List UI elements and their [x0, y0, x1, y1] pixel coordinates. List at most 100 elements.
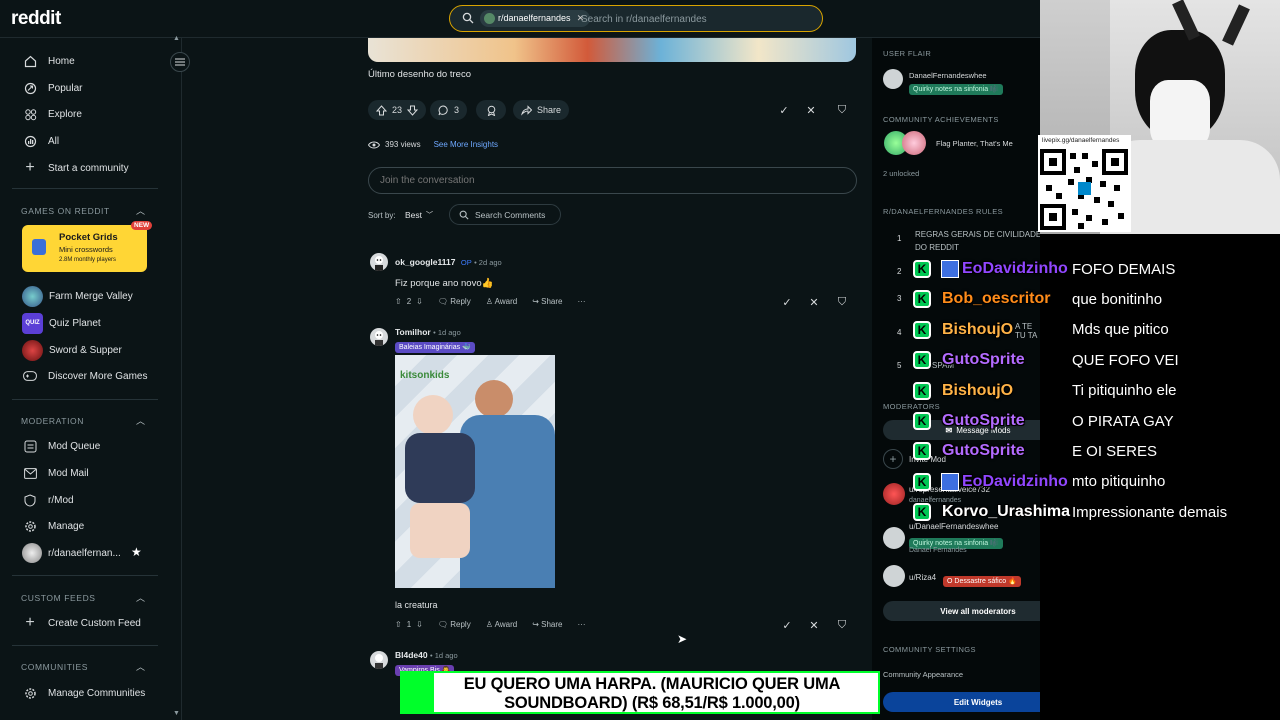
remove-icon[interactable]: ✕ [801, 100, 821, 120]
chevron-up-icon[interactable]: ︿ [136, 204, 145, 217]
comment-username[interactable]: ok_google1117 [395, 257, 455, 267]
rule-text[interactable]: REGRAS GERAIS DE CIVILIDADE DO REDDIT [915, 228, 1045, 254]
chat-message: K Korvo_Urashima Impressionante demais [913, 497, 1227, 527]
avatar[interactable] [370, 328, 388, 346]
nav-start-community[interactable]: + Start a community [22, 158, 128, 178]
share-button[interactable]: ↪ Share [532, 620, 562, 629]
comment-icon [438, 104, 448, 115]
mod-shield-icon[interactable]: ⛉ [832, 292, 852, 312]
nav-home[interactable]: Home [22, 51, 75, 71]
avatar[interactable] [883, 69, 903, 89]
more-options-icon[interactable]: ··· [577, 620, 585, 629]
sort-dropdown[interactable]: Best ﹀ [405, 210, 433, 220]
award-button[interactable]: ♙ Award [486, 297, 517, 306]
chevron-up-icon[interactable]: ︿ [136, 414, 145, 427]
search-input[interactable] [581, 11, 811, 27]
post-image[interactable] [368, 38, 856, 62]
chat-text: que bonitinho [1072, 290, 1163, 308]
gamepad-icon [22, 368, 38, 384]
mod-shield-icon[interactable]: ⛉ [832, 100, 852, 120]
divider [12, 645, 158, 646]
reply-button[interactable]: 🗨 Reply [438, 620, 471, 629]
search-community-chip[interactable]: r/danaelfernandes ✕ [480, 10, 591, 27]
discover-more-games[interactable]: Discover More Games [22, 366, 147, 386]
chevron-up-icon[interactable]: ︿ [136, 591, 145, 604]
game-sword-supper[interactable]: Sword & Supper [22, 339, 122, 361]
mod-label: Manage [48, 520, 85, 532]
nav-mod-mail[interactable]: Mod Mail [22, 463, 89, 483]
reddit-logo[interactable]: reddit [11, 8, 61, 30]
rule-text[interactable]: A TE TU TA [1015, 322, 1040, 340]
nav-manage[interactable]: Manage [22, 516, 84, 536]
comment-actions: ⇧ 2 ⇩ 🗨 Reply ♙ Award ↪ Share ··· [395, 297, 585, 306]
avatar[interactable] [883, 565, 905, 587]
nav-popular[interactable]: Popular [22, 78, 82, 98]
view-all-label: View all moderators [940, 606, 1016, 616]
custom-feed-label: Create Custom Feed [48, 617, 141, 629]
comment-username[interactable]: Bl4de40 [395, 650, 428, 660]
chat-message: K GutoSprite QUE FOFO VEI [913, 345, 1179, 375]
vote-bar[interactable]: 23 [368, 100, 427, 120]
favorite-star-icon[interactable]: ★ [131, 545, 142, 559]
approve-icon[interactable]: ✓ [777, 615, 797, 635]
award-button[interactable] [476, 100, 506, 120]
nav-all[interactable]: All [22, 131, 59, 151]
reply-label: Reply [450, 620, 471, 629]
comment-username[interactable]: Tomilhor [395, 327, 431, 337]
search-comments-button[interactable]: Search Comments [449, 204, 561, 225]
nav-create-custom-feed[interactable]: + Create Custom Feed [22, 613, 141, 633]
game-label: Discover More Games [48, 370, 148, 382]
award-button[interactable]: ♙ Award [486, 620, 517, 629]
nav-community-danaelfernandes[interactable]: r/danaelfernan... [22, 543, 121, 563]
comment-image[interactable]: kitsonkids [395, 355, 555, 588]
see-more-insights-link[interactable]: See More Insights [434, 140, 498, 149]
chevron-up-icon[interactable]: ︿ [136, 660, 145, 673]
kick-badge-icon: K [913, 503, 931, 522]
upvote-icon[interactable]: ⇧ [395, 297, 402, 306]
upvote-icon[interactable]: ⇧ [395, 620, 402, 629]
plus-icon[interactable]: + [883, 449, 903, 469]
downvote-icon[interactable]: ⇩ [416, 620, 423, 629]
mail-icon [22, 465, 38, 481]
nav-manage-communities[interactable]: Manage Communities [22, 683, 145, 703]
eye-icon [368, 141, 380, 148]
communities-section-title: COMMUNITIES [21, 662, 89, 672]
left-sidebar: ▲ Home Popular Explore All + Start a com… [0, 35, 190, 720]
scroll-up-arrow[interactable]: ▲ [173, 35, 180, 42]
avatar[interactable] [370, 253, 388, 271]
search-comments-label: Search Comments [475, 209, 546, 220]
remove-icon[interactable]: ✕ [804, 615, 824, 635]
nav-explore[interactable]: Explore [22, 104, 82, 124]
community-appearance-label[interactable]: Community Appearance [883, 670, 963, 679]
user-flair-tag[interactable]: Quirky notes na sinfonia 🎼 [909, 80, 1003, 95]
avatar[interactable] [370, 651, 388, 669]
remove-icon[interactable]: ✕ [804, 292, 824, 312]
mod-shield-icon[interactable]: ⛉ [832, 615, 852, 635]
approve-icon[interactable]: ✓ [774, 100, 794, 120]
flair-tag: Baleias Imaginárias 🐳 [395, 342, 475, 353]
moderator-name[interactable]: u/Riza4 [909, 573, 936, 582]
share-button[interactable]: ↪ Share [532, 297, 562, 306]
downvote-icon[interactable]: ⇩ [416, 297, 423, 306]
upvote-icon[interactable] [376, 104, 387, 116]
nav-mod-queue[interactable]: Mod Queue [22, 436, 100, 456]
nav-explore-label: Explore [48, 108, 82, 120]
comments-button[interactable]: 3 [430, 100, 468, 120]
downvote-icon[interactable] [407, 105, 419, 116]
pocket-grids-card[interactable]: Pocket Grids Mini crosswords 2.8M monthl… [22, 225, 147, 272]
avatar[interactable] [883, 527, 905, 549]
rule-number: 1 [897, 234, 902, 243]
game-farm-merge-valley[interactable]: Farm Merge Valley [22, 285, 133, 307]
search-bar[interactable]: r/danaelfernandes ✕ [449, 5, 823, 32]
approve-icon[interactable]: ✓ [777, 292, 797, 312]
scroll-down-arrow[interactable]: ▼ [173, 710, 180, 717]
nav-r-mod[interactable]: r/Mod [22, 490, 74, 510]
reply-button[interactable]: 🗨 Reply [438, 297, 471, 306]
share-button[interactable]: Share [513, 100, 570, 120]
subscriber-badge-icon [941, 260, 959, 278]
avatar[interactable] [883, 483, 905, 505]
join-conversation-input[interactable] [368, 167, 857, 194]
game-quiz-planet[interactable]: QUIZ Quiz Planet [22, 312, 101, 334]
more-options-icon[interactable]: ··· [577, 297, 585, 306]
kick-badge-icon: K [913, 412, 931, 430]
